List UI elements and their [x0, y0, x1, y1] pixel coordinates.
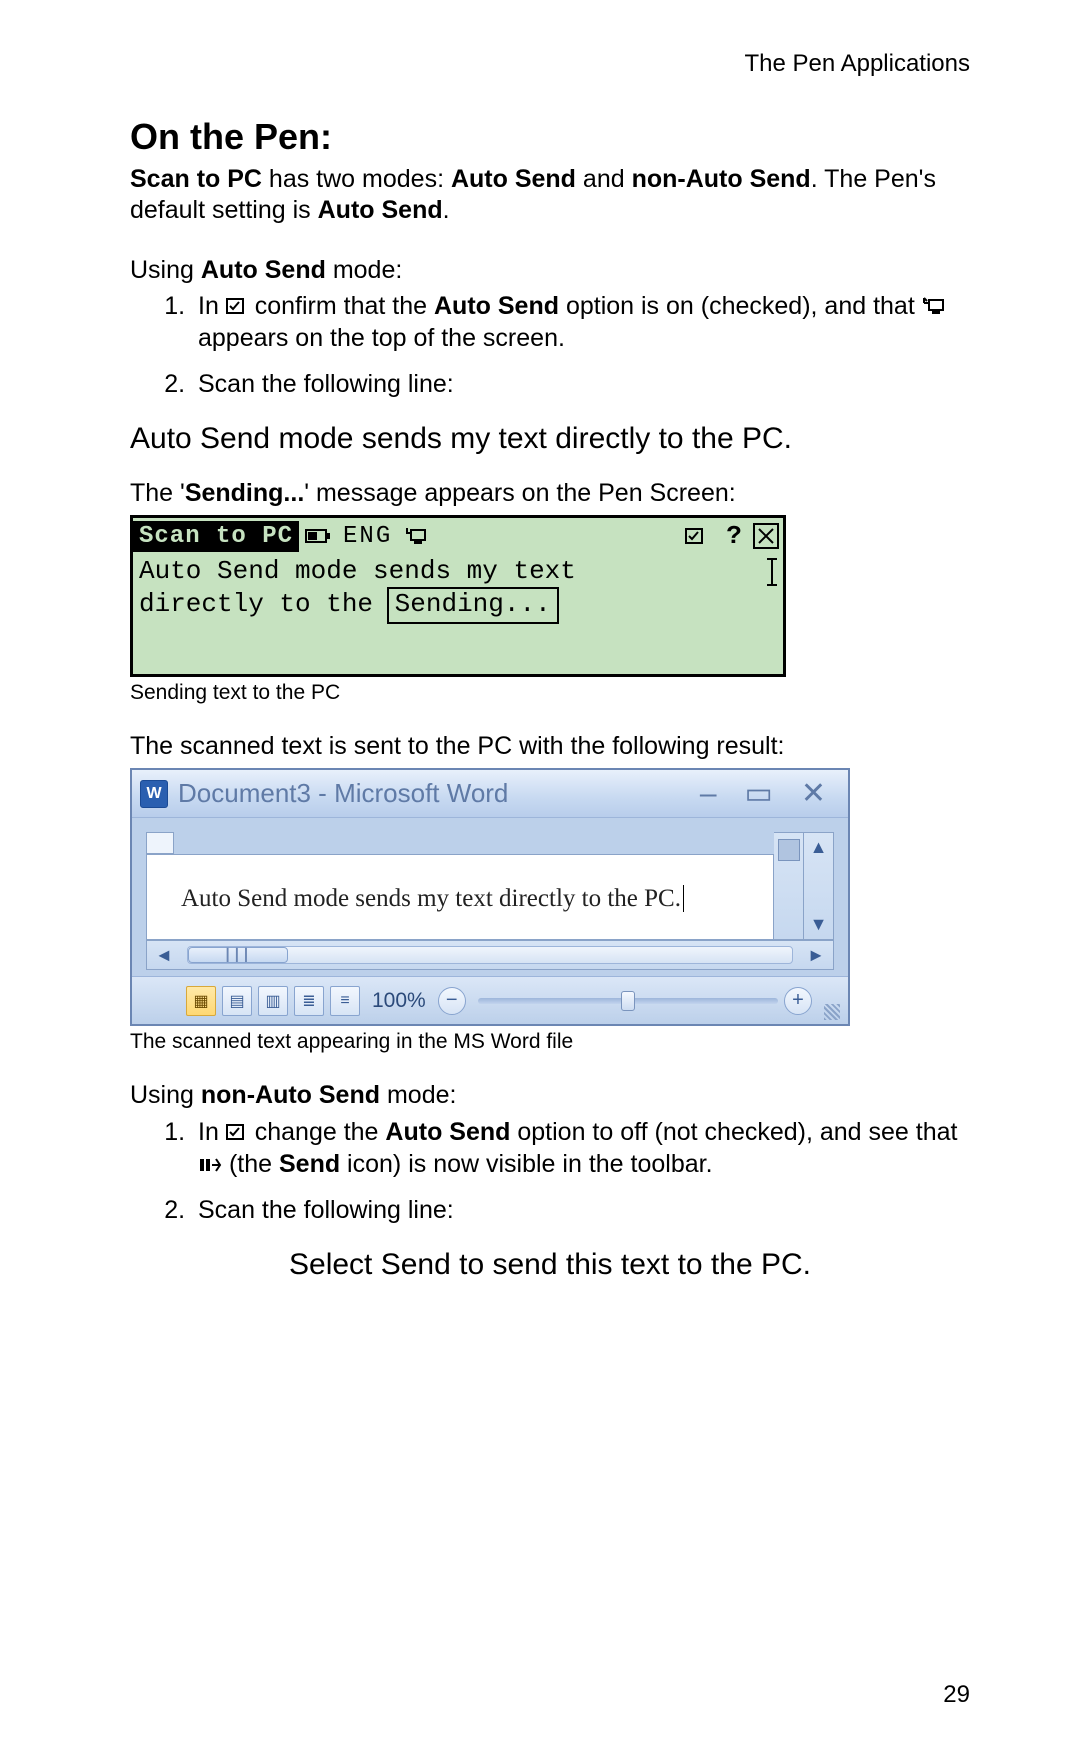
text: Auto Send	[434, 292, 559, 320]
text: (the	[222, 1150, 279, 1178]
page-number: 29	[943, 1681, 970, 1709]
view-draft-button[interactable]: ≡	[330, 986, 360, 1016]
status-bar: ▦ ▤ ▥ ≣ ≡ 100% − +	[132, 976, 848, 1024]
text: change the	[248, 1118, 386, 1146]
text: Scan to PC	[130, 165, 262, 193]
sending-msg-text: The 'Sending...' message appears on the …	[130, 478, 970, 509]
word-window-figure: W Document3 - Microsoft Word – ▭ ✕ Auto …	[130, 768, 850, 1026]
text: Auto Send	[318, 196, 443, 224]
close-button[interactable]: ✕	[787, 776, 840, 811]
pen-toolbar: Scan to PC ENG ?	[133, 518, 783, 554]
text: mode:	[326, 256, 402, 284]
view-print-layout-button[interactable]: ▦	[186, 986, 216, 1016]
word-app-icon: W	[140, 780, 168, 808]
text: Auto Send	[385, 1118, 510, 1146]
word-caption: The scanned text appearing in the MS Wor…	[130, 1030, 970, 1054]
resize-grip[interactable]	[824, 1004, 840, 1020]
intro-paragraph: Scan to PC has two modes: Auto Send and …	[130, 164, 970, 227]
zoom-level: 100%	[372, 989, 426, 1013]
page-header: The Pen Applications	[130, 50, 970, 78]
autosend-monitor-icon	[402, 525, 432, 547]
scroll-thumb[interactable]: ┃┃┃	[188, 947, 288, 963]
scroll-left-icon[interactable]: ◄	[147, 945, 181, 966]
auto-steps: In confirm that the Auto Send option is …	[130, 290, 970, 400]
battery-icon	[303, 525, 333, 547]
document-text: Auto Send mode sends my text directly to…	[181, 885, 681, 912]
minimize-button[interactable]: –	[686, 777, 731, 811]
scroll-track[interactable]: ┃┃┃	[187, 946, 793, 964]
text: icon) is now visible in the toolbar.	[340, 1150, 712, 1178]
sending-popup: Sending...	[387, 587, 559, 624]
vertical-scrollbar[interactable]: ▲ ▼	[804, 832, 834, 940]
result-intro: The scanned text is sent to the PC with …	[130, 731, 970, 762]
window-title: Document3 - Microsoft Word	[178, 778, 686, 809]
pen-caption: Sending text to the PC	[130, 681, 970, 705]
text: non-Auto Send	[632, 165, 811, 193]
nonauto-step-2: Scan the following line:	[192, 1194, 970, 1226]
text: mode:	[380, 1081, 456, 1109]
close-icon	[753, 523, 779, 549]
section-title: On the Pen:	[130, 116, 970, 158]
zoom-out-button[interactable]: −	[438, 987, 466, 1015]
pen-line2: directly to the	[139, 589, 373, 619]
scroll-right-icon[interactable]: ►	[799, 945, 833, 966]
autosend-monitor-icon	[922, 296, 948, 316]
text: ' message appears on the Pen Screen:	[304, 479, 735, 507]
view-outline-button[interactable]: ≣	[294, 986, 324, 1016]
text: The '	[130, 479, 185, 507]
auto-heading: Using Auto Send mode:	[130, 255, 970, 286]
text: confirm that the	[248, 292, 434, 320]
text: In	[198, 1118, 226, 1146]
text: Sending...	[185, 479, 304, 507]
auto-step-2: Scan the following line:	[192, 368, 970, 400]
nonauto-step-1: In change the Auto Send option to off (n…	[192, 1116, 970, 1180]
settings-check-icon	[226, 1122, 248, 1142]
view-web-button[interactable]: ▥	[258, 986, 288, 1016]
ruler-tab	[146, 832, 174, 854]
text: Auto Send	[201, 256, 326, 284]
text: appears on the top of the screen.	[198, 324, 565, 352]
title-bar: W Document3 - Microsoft Word – ▭ ✕	[132, 770, 848, 818]
text: has two modes:	[262, 165, 451, 193]
text: option is on (checked), and that	[559, 292, 922, 320]
text: and	[576, 165, 632, 193]
nonauto-steps: In change the Auto Send option to off (n…	[130, 1116, 970, 1226]
side-tool-pane	[774, 832, 804, 940]
zoom-in-button[interactable]: +	[784, 987, 812, 1015]
help-icon: ?	[719, 525, 749, 547]
horizontal-scrollbar[interactable]: ◄ ┃┃┃ ►	[146, 940, 834, 970]
nonauto-heading: Using non-Auto Send mode:	[130, 1080, 970, 1111]
pen-app-label: Scan to PC	[133, 521, 299, 552]
text-cursor	[771, 558, 773, 586]
text: In	[198, 292, 226, 320]
text: Using	[130, 256, 201, 284]
pen-screen-figure: Scan to PC ENG ? Auto Send mode sends my…	[130, 515, 786, 677]
text: Auto Send	[451, 165, 576, 193]
text: option to off (not checked), and see tha…	[510, 1118, 957, 1146]
text: Using	[130, 1081, 201, 1109]
nonauto-scanline: Select Send to send this text to the PC.	[130, 1248, 970, 1282]
document-area[interactable]: Auto Send mode sends my text directly to…	[146, 854, 774, 940]
zoom-slider[interactable]	[478, 998, 778, 1004]
options-icon[interactable]	[778, 839, 800, 861]
send-icon	[198, 1156, 222, 1174]
text: Send	[279, 1150, 340, 1178]
scroll-up-icon[interactable]: ▲	[810, 837, 828, 858]
scroll-down-icon[interactable]: ▼	[810, 914, 828, 935]
text: non-Auto Send	[201, 1081, 380, 1109]
pen-language: ENG	[343, 523, 392, 550]
text: .	[443, 196, 450, 224]
auto-step-1: In confirm that the Auto Send option is …	[192, 290, 970, 354]
zoom-slider-knob[interactable]	[621, 991, 635, 1011]
maximize-button[interactable]: ▭	[731, 776, 787, 811]
pen-text-area: Auto Send mode sends my text directly to…	[133, 554, 783, 674]
pen-line1: Auto Send mode sends my text	[139, 556, 576, 586]
auto-scanline: Auto Send mode sends my text directly to…	[130, 422, 970, 456]
settings-check-icon	[681, 525, 711, 547]
settings-check-icon	[226, 296, 248, 316]
view-reading-button[interactable]: ▤	[222, 986, 252, 1016]
